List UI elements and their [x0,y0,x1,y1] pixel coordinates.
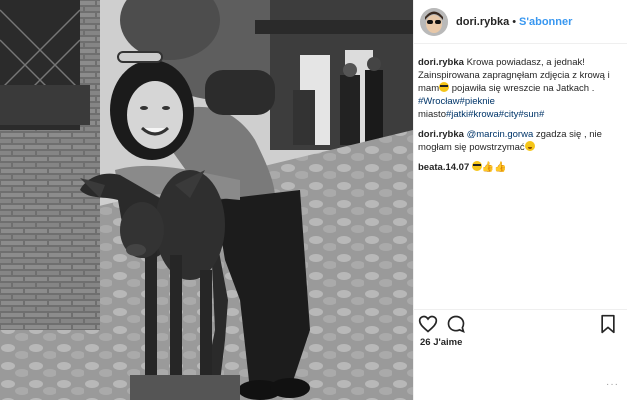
hashtag-city[interactable]: #city [499,109,519,120]
hashtag-wroclaw[interactable]: #Wrocław [418,96,460,107]
reply-comment: dori.rybka @marcin.gorwa zgadza się , ni… [418,128,624,154]
post-sidebar: dori.rybka • S'abonner dori.rybka Krowa … [413,0,627,400]
comment-username[interactable]: beata.14.07 [418,162,469,173]
follow-button[interactable]: S'abonner [519,16,572,28]
thumbs-up-icon: 👍 [481,162,495,173]
caption-text-2: pojawiła się wreszcie na Jatkach . [449,83,595,94]
more-options-icon[interactable]: ··· [606,379,619,390]
hashtag-empty[interactable]: # [539,109,544,120]
comment-username[interactable]: dori.rybka [418,57,464,68]
photo-illustration [0,0,413,400]
emoji-comment: beata.14.07 👍👍 [418,161,624,174]
hashtag-sun[interactable]: #sun [518,109,539,120]
avatar[interactable] [420,7,448,36]
post-username[interactable]: dori.rybka [456,16,509,28]
separator-dot: • [512,15,517,28]
sunglasses-emoji-icon [439,82,450,92]
sunglasses-emoji-icon [471,161,482,171]
hashtag-jatki[interactable]: #jatki [446,109,468,120]
hashtag-krowa[interactable]: #krowa [468,109,499,120]
post-header: dori.rybka • S'abonner [414,0,627,44]
comments-list: dori.rybka Krowa powiadasz, a jednak! Za… [418,56,624,181]
caption-comment: dori.rybka Krowa powiadasz, a jednak! Za… [418,56,624,121]
post-photo[interactable] [0,0,413,400]
avatar-image [420,7,448,36]
comment-icon[interactable] [446,314,466,334]
sweat-smile-emoji-icon [524,141,535,151]
action-bar [414,309,627,337]
mention-link[interactable]: @marcin.gorwa [467,129,534,140]
likes-count[interactable]: 26 J'aime [420,337,462,348]
caption-text-3: miasto [418,109,446,120]
comment-username[interactable]: dori.rybka [418,129,464,140]
thumbs-up-icon: 👍 [494,162,507,173]
hashtag-pieknie[interactable]: #pieknie [460,96,495,107]
heart-icon[interactable] [418,314,438,334]
bookmark-icon[interactable] [598,314,618,334]
